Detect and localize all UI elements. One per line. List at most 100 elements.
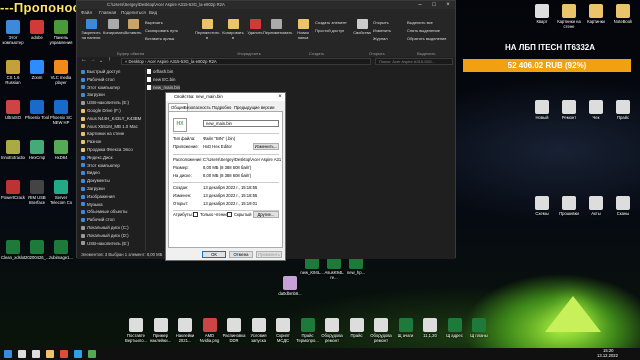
nav-item[interactable]: Изображения <box>81 194 115 199</box>
desktop-icon[interactable]: Скрипт МСДС для... <box>271 318 295 343</box>
desktop-icon[interactable]: Панель управления <box>49 20 73 45</box>
nav-item[interactable]: Видео <box>81 170 100 175</box>
nav-item[interactable]: Яндекс.Диск <box>81 155 113 160</box>
dialog-tab-security[interactable]: Безопасность <box>182 104 213 111</box>
nav-item[interactable]: Рабочий стол <box>81 77 115 82</box>
desktop-icon[interactable]: Новый <box>530 100 554 125</box>
filename-field[interactable]: new_main.bin <box>203 120 279 127</box>
nav-item[interactable]: Asus N44H_K43LY_K43BM <box>81 116 141 121</box>
desktop-icon[interactable]: AMD Nvidia.png <box>198 318 222 343</box>
nav-item[interactable]: Этот компьютер <box>81 85 120 90</box>
desktop-icon[interactable]: Phoenix SC NEW HP <box>49 100 73 125</box>
desktop-icon[interactable]: CS 1.6 Russian <box>1 60 25 85</box>
nav-item[interactable]: Рабочий стол <box>81 217 115 222</box>
desktop-icon[interactable]: Щ планы <box>467 318 491 343</box>
nav-item[interactable]: Разное <box>81 139 102 144</box>
desktop-icon[interactable]: Прайс <box>345 318 369 343</box>
nav-item[interactable]: Локальный диск (D:) <box>81 233 129 238</box>
history-button[interactable]: Журнал <box>373 36 388 41</box>
telegram-icon[interactable] <box>74 350 82 358</box>
explorer-titlebar[interactable]: C:\Users\Sergey\Desktop\Acer Aspire A315… <box>77 1 455 9</box>
up-icon[interactable]: ↑ <box>108 57 111 63</box>
desktop-icon[interactable]: Кварт <box>530 4 554 29</box>
desktop-icon[interactable]: Phoenix Tool <box>25 100 49 125</box>
desktop-icon[interactable]: Акты <box>584 196 608 221</box>
desktop-icon[interactable]: adobe <box>25 20 49 45</box>
desktop-icon[interactable]: Прошивки <box>557 196 581 221</box>
dialog-title[interactable]: Свойства: new_main.bin <box>166 93 285 101</box>
move-to-button[interactable]: Переместить в <box>195 19 220 40</box>
desktop-icon[interactable]: Прайс <box>611 100 635 125</box>
minimize-button[interactable]: – <box>413 1 427 9</box>
desktop-icon[interactable]: Условия запуска USB... <box>247 318 271 343</box>
desktop-icon[interactable]: Наклейки 2021... <box>173 318 197 343</box>
file-item[interactable]: new EC.bin <box>147 77 175 83</box>
nav-item[interactable]: Загрузки <box>81 92 105 97</box>
rename-button[interactable]: Переименовать <box>263 19 292 35</box>
edit-button[interactable]: Изменить <box>373 28 391 33</box>
desktop-icon[interactable]: Поставте Вертьило... <box>124 318 148 343</box>
cancel-button[interactable]: Отмена <box>229 251 253 258</box>
dialog-tab-details[interactable]: Подробно <box>210 104 233 111</box>
desktop-icon[interactable]: HexCmp <box>25 140 49 165</box>
desktop-icon[interactable]: InnoExtractor <box>1 140 25 165</box>
apply-button[interactable]: Применить <box>256 251 282 258</box>
desktop-icon[interactable]: HxD64 <box>49 140 73 165</box>
hidden-checkbox[interactable]: Скрытый <box>227 212 251 218</box>
nav-item[interactable]: Загрузки <box>81 186 105 191</box>
file-item[interactable]: new_main.bin <box>147 85 181 91</box>
desktop-icon[interactable]: Пример наклейки... <box>149 318 173 343</box>
desktop-icon[interactable]: PowerICracker <box>1 180 25 205</box>
file-item[interactable]: orflash.bin <box>147 69 173 75</box>
dialog-tab-previous[interactable]: Предыдущие версии <box>232 104 276 111</box>
desktop-icon[interactable]: VLC media player <box>49 60 73 85</box>
search-icon[interactable] <box>18 350 26 358</box>
search-input[interactable]: Поиск: Acer Aspire A315-53G... <box>375 58 453 65</box>
new-item-button[interactable]: Создать элемент <box>315 20 347 25</box>
desktop-icon[interactable]: Картинки <box>584 4 608 29</box>
nav-item[interactable]: Этот компьютер <box>81 163 120 168</box>
start-icon[interactable] <box>4 350 12 358</box>
easy-access-button[interactable]: Простой доступ <box>315 28 344 33</box>
desktop-icon[interactable]: 11,1,20 <box>418 318 442 343</box>
forward-icon[interactable]: → <box>90 57 96 63</box>
nav-item[interactable]: USB-накопитель (E:) <box>81 100 129 105</box>
cut-button[interactable]: Вырезать <box>145 20 163 25</box>
dialog-close-button[interactable]: × <box>275 93 285 101</box>
ok-button[interactable]: ОК <box>202 251 226 258</box>
close-button[interactable]: × <box>441 1 455 9</box>
desktop-icon[interactable]: da0dbmb6... <box>278 276 302 301</box>
desktop-icon[interactable]: Схемы <box>530 196 554 221</box>
nav-item[interactable]: Музыка <box>81 202 103 207</box>
select-none-button[interactable]: Снять выделение <box>407 28 440 33</box>
chrome-icon[interactable] <box>60 350 68 358</box>
desktop-icon[interactable]: Щ ачаги <box>394 318 418 343</box>
desktop-icon[interactable]: Чек <box>584 100 608 125</box>
nav-item[interactable]: Быстрый доступ <box>81 69 120 74</box>
desktop-icon[interactable]: Оборудова ремонт <box>320 318 344 343</box>
paste-shortcut-button[interactable]: Вставить ярлык <box>145 36 174 41</box>
desktop-icon[interactable]: Щ адрес <box>443 318 467 343</box>
clock-date[interactable]: 13.12.2022 <box>597 353 618 359</box>
desktop-icon[interactable]: Этот компьютер <box>1 20 25 45</box>
desktop-icon[interactable]: Картинки на стене <box>557 4 581 29</box>
tab-share[interactable]: Поделиться <box>121 10 146 15</box>
desktop-icon[interactable]: 20200426_... <box>25 240 49 265</box>
desktop-icon[interactable]: Прайс Термопро... <box>296 318 320 343</box>
open-button[interactable]: Открыть <box>373 20 389 25</box>
task-view-icon[interactable] <box>32 350 40 358</box>
copy-button[interactable]: Копировать <box>103 19 125 35</box>
nav-item[interactable]: Asus X551M_MB 1.0 Mac <box>81 124 138 129</box>
readonly-checkbox[interactable]: Только чтение <box>193 212 228 218</box>
nav-item[interactable]: Объемные объекты <box>81 209 127 214</box>
pin-button[interactable]: Закрепить на панели <box>79 19 103 40</box>
nav-item[interactable]: Локальный диск (C:) <box>81 225 129 230</box>
advanced-button[interactable]: Другие... <box>253 211 279 218</box>
desktop-icon[interactable]: UltraISO <box>1 100 25 125</box>
hex-icon[interactable] <box>88 350 96 358</box>
tab-home[interactable]: Главная <box>99 10 116 15</box>
chevron-down-icon[interactable]: ⌄ <box>99 58 103 64</box>
nav-item[interactable]: USB-накопитель (E:) <box>81 241 129 246</box>
back-icon[interactable]: ← <box>81 57 87 63</box>
change-button[interactable]: Изменить... <box>253 143 279 150</box>
